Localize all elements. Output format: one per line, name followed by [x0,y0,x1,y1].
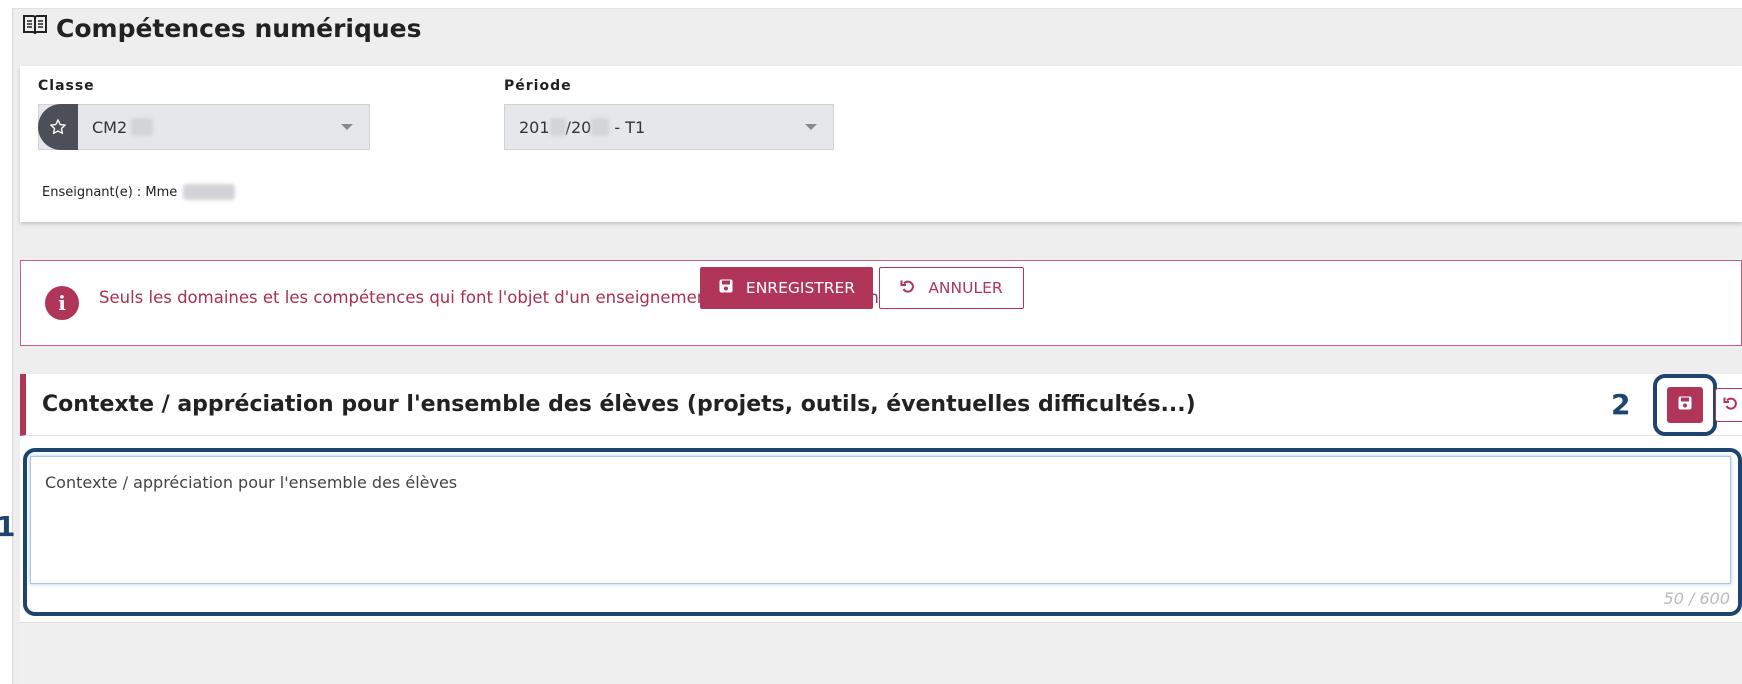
periode-select[interactable]: 201 /20 - T1 [504,104,834,150]
page-title: Compétences numériques [22,10,422,46]
teacher-label: Enseignant(e) : Mme [42,184,178,200]
callout-number-1: 1 [0,510,16,543]
save-button-label: ENREGISTRER [745,279,856,297]
periode-year-end: /20 [565,117,592,137]
periode-label: Période [504,78,572,94]
context-textarea[interactable]: Contexte / appréciation pour l'ensemble … [30,456,1731,584]
chevron-down-icon [805,124,817,130]
page-title-text: Compétences numériques [56,13,422,43]
cancel-button[interactable]: ANNULER [879,267,1024,309]
callout-number-2: 2 [1611,388,1631,421]
section-title: Contexte / appréciation pour l'ensemble … [42,392,1196,417]
teacher-line: Enseignant(e) : Mme [42,184,236,200]
classe-label: Classe [38,78,95,94]
undo-icon-button[interactable] [1715,388,1742,422]
save-button[interactable]: ENREGISTRER [700,267,873,309]
section-header: Contexte / appréciation pour l'ensemble … [20,374,1742,436]
save-icon-button[interactable] [1667,387,1703,423]
periode-year-start: 201 [519,117,550,137]
context-section: Contexte / appréciation pour l'ensemble … [20,374,1742,684]
classe-value: CM2 [92,117,128,137]
redacted-teacher-name [183,184,236,200]
chevron-down-icon [341,124,353,130]
character-counter: 50 / 600 [1663,589,1730,608]
periode-term: - T1 [609,117,646,137]
undo-icon [1723,395,1739,416]
star-icon [38,104,78,150]
classe-select[interactable]: CM2 [38,104,370,150]
redacted-year-b [591,118,610,136]
undo-icon [900,278,916,298]
filter-card: Classe CM2 Période 201 /20 - T1 Enseigna… [20,66,1742,222]
info-icon: i [45,286,79,320]
save-icon [1677,395,1693,416]
redacted-year-a [549,118,566,136]
redacted-class-suffix [131,118,154,136]
save-icon [718,278,734,298]
actions-bar [20,622,1742,684]
cancel-button-label: ANNULER [928,279,1003,297]
book-open-icon [22,13,48,43]
